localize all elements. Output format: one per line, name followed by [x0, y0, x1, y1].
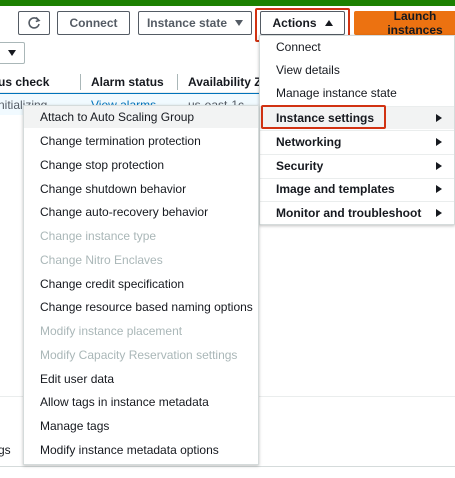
launch-instances-button[interactable]: Launch instances — [354, 9, 455, 37]
column-header-alarm-status[interactable]: Alarm status — [91, 75, 164, 89]
chevron-right-icon — [436, 209, 442, 217]
menu-item-label: Change stop protection — [40, 158, 165, 172]
column-header-status-check[interactable]: us check — [0, 75, 49, 89]
menu-item-label: Networking — [276, 135, 342, 149]
menu-item-label: Change instance type — [40, 229, 157, 243]
menu-item-view-details[interactable]: View details — [260, 59, 454, 81]
menu-item-label: Change credit specification — [40, 277, 185, 291]
menu-item-change-credit-specification[interactable]: Change credit specification — [24, 273, 258, 295]
caret-up-icon — [324, 20, 333, 26]
menu-item-label: Change auto-recovery behavior — [40, 205, 209, 219]
menu-item-modify-instance-placement: Modify instance placement — [24, 320, 258, 342]
chevron-right-icon — [436, 114, 442, 122]
menu-item-label: Change termination protection — [40, 134, 201, 148]
top-status-bar — [0, 0, 455, 6]
chevron-right-icon — [436, 162, 442, 170]
menu-item-label: Modify instance placement — [40, 324, 183, 338]
divider — [0, 466, 455, 467]
menu-item-label: Instance settings — [276, 111, 375, 125]
menu-item-label: Image and templates — [276, 182, 395, 196]
menu-item-label: Change resource based naming options — [40, 300, 253, 314]
actions-label: Actions — [272, 16, 317, 30]
menu-item-image-and-templates[interactable]: Image and templates — [260, 178, 454, 200]
chevron-right-icon — [436, 138, 442, 146]
menu-item-label: Connect — [276, 40, 321, 54]
menu-item-connect[interactable]: Connect — [260, 36, 454, 58]
menu-item-manage-instance-state[interactable]: Manage instance state — [260, 82, 454, 104]
menu-item-label: Change shutdown behavior — [40, 182, 187, 196]
menu-item-label: Allow tags in instance metadata — [40, 395, 209, 409]
actions-button[interactable]: Actions — [260, 11, 345, 35]
connect-button[interactable]: Connect — [57, 11, 130, 35]
menu-item-change-termination-protection[interactable]: Change termination protection — [24, 130, 258, 152]
menu-item-edit-user-data[interactable]: Edit user data — [24, 368, 258, 390]
menu-item-label: Edit user data — [40, 372, 115, 386]
refresh-icon — [28, 16, 41, 29]
chevron-right-icon — [436, 185, 442, 193]
menu-item-attach-to-auto-scaling-group[interactable]: Attach to Auto Scaling Group — [24, 106, 258, 128]
instance-state-button[interactable]: Instance state — [138, 11, 252, 35]
menu-item-label: Modify Capacity Reservation settings — [40, 348, 238, 362]
column-divider[interactable] — [177, 74, 178, 90]
menu-item-change-nitro-enclaves: Change Nitro Enclaves — [24, 249, 258, 271]
menu-item-label: Manage tags — [40, 419, 110, 433]
menu-item-allow-tags-in-instance-metadata[interactable]: Allow tags in instance metadata — [24, 391, 258, 413]
menu-item-modify-capacity-reservation-settings: Modify Capacity Reservation settings — [24, 344, 258, 366]
menu-item-monitor-and-troubleshoot[interactable]: Monitor and troubleshoot — [260, 202, 454, 224]
menu-item-label: Security — [276, 159, 324, 173]
menu-item-change-shutdown-behavior[interactable]: Change shutdown behavior — [24, 178, 258, 200]
chevron-down-icon — [8, 50, 16, 56]
actions-menu: Connect View details Manage instance sta… — [259, 35, 455, 225]
chevron-down-icon — [235, 20, 244, 26]
menu-item-change-resource-based-naming-options[interactable]: Change resource based naming options — [24, 296, 258, 318]
menu-item-modify-instance-metadata-options[interactable]: Modify instance metadata options — [24, 439, 258, 461]
menu-item-security[interactable]: Security — [260, 155, 454, 177]
filter-dropdown[interactable] — [0, 42, 25, 64]
menu-item-manage-tags[interactable]: Manage tags — [24, 415, 258, 437]
menu-item-label: Modify instance metadata options — [40, 443, 219, 457]
menu-item-networking[interactable]: Networking — [260, 131, 454, 153]
details-tab-fragment[interactable]: gs — [0, 443, 11, 457]
instance-state-label: Instance state — [146, 16, 228, 30]
menu-item-change-stop-protection[interactable]: Change stop protection — [24, 154, 258, 176]
menu-item-instance-settings[interactable]: Instance settings — [260, 107, 454, 129]
refresh-button[interactable] — [18, 11, 50, 35]
menu-item-change-auto-recovery-behavior[interactable]: Change auto-recovery behavior — [24, 201, 258, 223]
menu-item-label: Manage instance state — [276, 86, 397, 100]
menu-item-label: Monitor and troubleshoot — [276, 206, 422, 220]
menu-item-label: Change Nitro Enclaves — [40, 253, 163, 267]
menu-item-label: Attach to Auto Scaling Group — [40, 110, 195, 124]
menu-item-label: View details — [276, 63, 340, 77]
column-header-availability-zone[interactable]: Availability Zo — [188, 75, 269, 89]
column-divider[interactable] — [80, 74, 81, 90]
instance-settings-submenu: Attach to Auto Scaling Group Change term… — [23, 105, 259, 465]
menu-item-change-instance-type: Change instance type — [24, 225, 258, 247]
